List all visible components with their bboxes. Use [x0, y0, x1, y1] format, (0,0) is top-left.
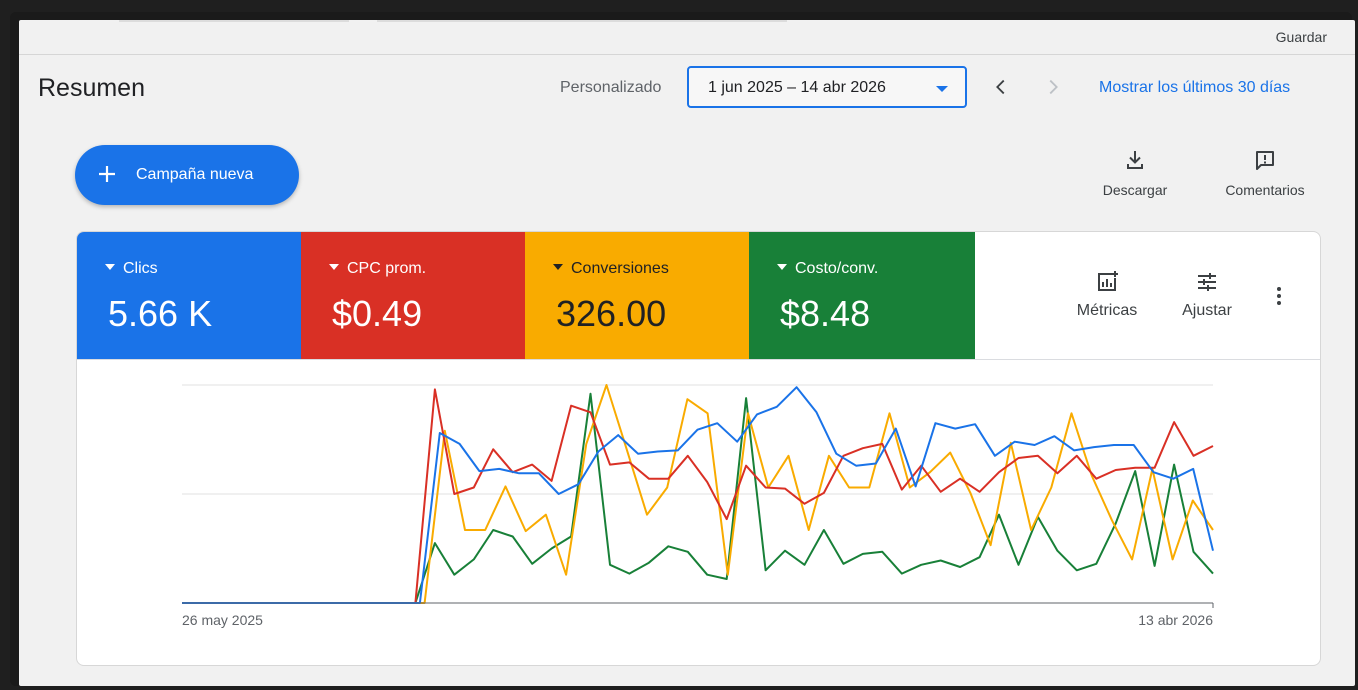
dropdown-arrow-icon: [329, 263, 339, 270]
feedback-icon: [1256, 151, 1274, 170]
feedback-button[interactable]: Comentarios: [1217, 148, 1313, 198]
scorecard-value: $0.49: [332, 293, 423, 334]
adjust-button[interactable]: Ajustar: [1172, 270, 1242, 320]
feedback-label: Comentarios: [1225, 182, 1305, 198]
adjust-label: Ajustar: [1182, 302, 1232, 319]
page-title: Resumen: [38, 74, 145, 102]
dropdown-arrow-icon: [777, 263, 787, 270]
scorecard-conversions[interactable]: Conversiones 326.00: [525, 232, 749, 359]
date-range-select[interactable]: 1 jun 2025 – 14 abr 2026: [687, 66, 967, 108]
download-icon: [1127, 151, 1143, 169]
scorecard-value: $8.48: [780, 293, 871, 334]
plus-icon: [99, 166, 115, 182]
scorecard-clicks[interactable]: Clics 5.66 K: [77, 232, 301, 359]
performance-line-chart: 26 may 2025 13 abr 2026: [182, 384, 1214, 628]
metrics-label: Métricas: [1076, 302, 1138, 319]
new-campaign-label: Campaña nueva: [136, 166, 254, 183]
date-range-type: Personalizado: [560, 79, 662, 96]
metrics-button[interactable]: Métricas: [1067, 270, 1147, 320]
scorecard-value: 326.00: [556, 293, 667, 334]
series-line-3: [182, 392, 1214, 604]
show-last-30-days-link[interactable]: Mostrar los últimos 30 días: [1099, 79, 1290, 97]
top-bar: Guardar: [19, 20, 1355, 55]
scorecard-label: CPC prom.: [347, 260, 427, 277]
x-tick-label-start: 26 may 2025: [182, 612, 263, 628]
scorecard-avg-cpc[interactable]: CPC prom. $0.49: [301, 232, 525, 359]
scorecard-label: Clics: [123, 260, 158, 277]
dropdown-arrow-icon: [105, 263, 115, 270]
download-button[interactable]: Descargar: [1095, 148, 1175, 198]
dropdown-arrow-icon: [553, 263, 563, 270]
scorecard-cost-per-conversion[interactable]: Costo/conv. $8.48: [749, 232, 975, 359]
overview-page: Guardar Resumen Personalizado 1 jun 2025…: [19, 20, 1355, 686]
series-line-1: [182, 388, 1214, 604]
scorecard-value: 5.66 K: [108, 293, 213, 334]
tune-icon: [1198, 273, 1216, 291]
new-campaign-button[interactable]: Campaña nueva: [75, 145, 299, 205]
save-button[interactable]: Guardar: [1276, 29, 1327, 45]
chevron-right-icon[interactable]: [1042, 76, 1064, 98]
chevron-left-icon[interactable]: [990, 76, 1012, 98]
add-chart-icon: [1098, 271, 1118, 291]
date-range-value: 1 jun 2025 – 14 abr 2026: [708, 79, 886, 96]
x-tick-label-end: 13 abr 2026: [1138, 612, 1213, 628]
more-options-icon[interactable]: [1267, 284, 1291, 308]
dropdown-arrow-icon: [936, 86, 948, 92]
series-line-0: [182, 386, 1214, 604]
scorecard-label: Costo/conv.: [795, 260, 879, 277]
performance-card: Clics 5.66 K CPC prom. $0.49 Conversione…: [76, 231, 1321, 666]
download-label: Descargar: [1102, 182, 1168, 198]
scorecard-label: Conversiones: [571, 260, 669, 277]
